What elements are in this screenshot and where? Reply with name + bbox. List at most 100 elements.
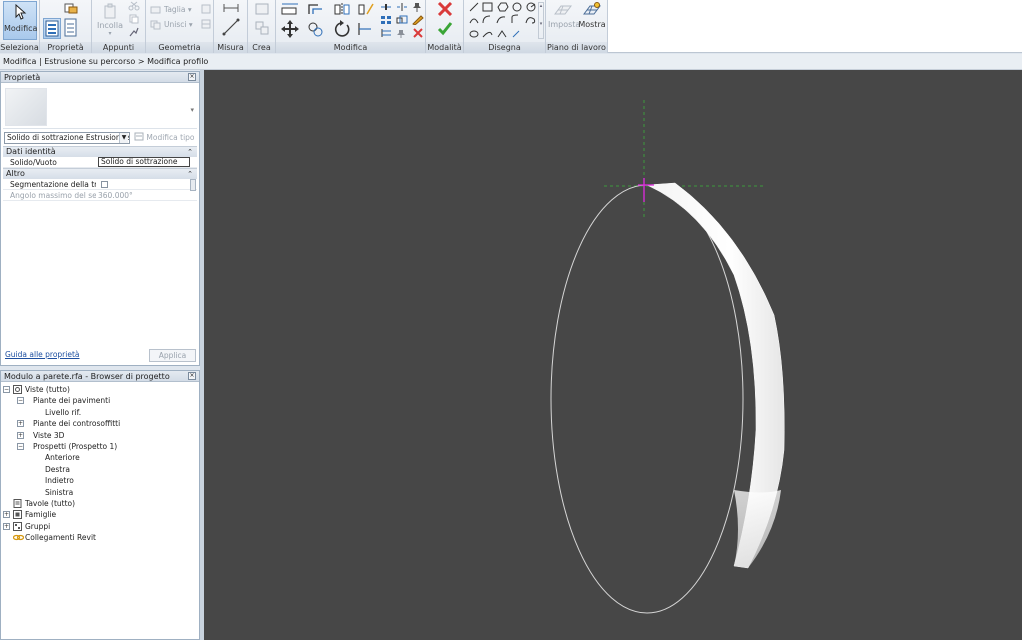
expand-toggle-icon[interactable]: + xyxy=(3,522,10,530)
tree-node-label: Viste 3D xyxy=(33,430,65,440)
tree-node[interactable]: Indietro xyxy=(3,475,197,486)
scale-icon[interactable] xyxy=(396,15,408,25)
split-face-icon[interactable] xyxy=(200,19,212,29)
cancel-edit-mode-icon[interactable] xyxy=(437,2,453,16)
tree-node[interactable]: + Piante dei controsoffitti xyxy=(3,418,197,429)
context-breadcrumb: Modifica | Estrusione su percorso > Modi… xyxy=(0,54,1022,70)
cut-geometry-label: Taglia xyxy=(164,5,186,14)
mirror-axis-icon[interactable] xyxy=(332,2,352,16)
tree-node[interactable]: Destra xyxy=(3,464,197,475)
solid-void-select[interactable]: Solido di sottrazione xyxy=(98,157,190,167)
apply-button[interactable]: Applica xyxy=(149,349,196,362)
panel-piano-di-lavoro: Imposta Mostra Piano di lavoro xyxy=(546,0,608,53)
type-selector-dropdown[interactable]: Solido di sottrazione Estrusione su ▼ xyxy=(4,132,130,144)
close-icon[interactable]: × xyxy=(188,73,196,81)
tree-node[interactable]: + Famiglie xyxy=(3,509,197,520)
tree-node-label: Piante dei controsoffitti xyxy=(33,419,121,429)
tree-node[interactable]: − Prospetti (Prospetto 1) xyxy=(3,441,197,452)
tree-node[interactable]: − Piante dei pavimenti xyxy=(3,395,197,406)
tree-node[interactable]: + Viste 3D xyxy=(3,430,197,441)
trim-extend-icon[interactable] xyxy=(356,20,374,38)
pin-icon[interactable] xyxy=(412,2,424,12)
group-identity-data[interactable]: Dati identità ⌃ xyxy=(3,146,197,157)
type-preview[interactable]: ▾ xyxy=(3,86,197,129)
property-key: Angolo massimo del se... xyxy=(10,191,96,200)
edit-type-button[interactable]: Modifica tipo xyxy=(134,132,196,144)
tree-node[interactable]: Sinistra xyxy=(3,487,197,498)
collapse-toggle-icon[interactable]: − xyxy=(17,397,24,405)
mirror-draw-icon[interactable] xyxy=(356,2,376,16)
finish-edit-mode-icon[interactable] xyxy=(437,20,453,36)
array-icon[interactable] xyxy=(380,15,392,25)
sweep-path-ellipse[interactable] xyxy=(550,184,744,614)
browser-tree: − Viste (tutto) − Piante dei pavimenti Livel… xyxy=(3,384,197,543)
close-icon[interactable]: × xyxy=(188,372,196,380)
set-work-plane-button[interactable]: Imposta xyxy=(548,2,580,38)
split-gap-icon[interactable] xyxy=(396,2,408,12)
family-types-icon[interactable] xyxy=(64,2,78,14)
properties-button[interactable] xyxy=(43,18,61,39)
cut-geometry-button[interactable]: Taglia ▾ xyxy=(164,5,192,14)
paste-button[interactable]: Incolla ▾ xyxy=(95,3,125,39)
wall-join-icon[interactable] xyxy=(200,4,212,14)
delete-icon[interactable] xyxy=(412,28,424,38)
offset-icon[interactable] xyxy=(306,2,326,16)
max-angle-value: 360.000° xyxy=(98,191,133,200)
collapse-toggle-icon[interactable]: − xyxy=(17,442,24,450)
move-icon[interactable] xyxy=(280,19,300,39)
tree-node[interactable]: − Viste (tutto) xyxy=(3,384,197,395)
group-name: Dati identità xyxy=(6,147,56,156)
draw-gallery-scroll[interactable]: ▴ ▾ xyxy=(538,2,544,39)
show-work-plane-button[interactable]: Mostra xyxy=(578,2,606,38)
tree-node[interactable]: Tavole (tutto) xyxy=(3,498,197,509)
properties-help-link[interactable]: Guida alle proprietà xyxy=(5,350,80,359)
family-category-icon[interactable] xyxy=(64,18,78,38)
rotate-icon[interactable] xyxy=(332,19,352,39)
create-group-icon[interactable] xyxy=(254,2,270,16)
segmentation-checkbox[interactable] xyxy=(101,181,108,188)
tree-node[interactable]: Livello rif. xyxy=(3,407,197,418)
expand-toggle-icon[interactable]: + xyxy=(17,431,24,439)
drawing-viewport[interactable] xyxy=(204,70,1022,640)
expand-toggle-icon[interactable]: + xyxy=(3,511,10,519)
panel-disegna: ▴ ▾ Disegna xyxy=(464,0,546,53)
browser-title-bar: Modulo a parete.rfa - Browser di progett… xyxy=(1,371,199,382)
aligned-dimension-icon[interactable] xyxy=(221,17,241,37)
type-thumbnail xyxy=(5,88,47,126)
revit-links-icon xyxy=(12,533,25,542)
model-canvas[interactable] xyxy=(204,70,1022,640)
split-element-icon[interactable] xyxy=(380,2,392,12)
cope-icon[interactable] xyxy=(150,5,162,15)
align-icon[interactable] xyxy=(280,2,300,16)
measure-icon[interactable] xyxy=(222,2,240,14)
unpin-icon[interactable] xyxy=(396,28,408,38)
copy-icon[interactable] xyxy=(128,14,140,24)
join-icon[interactable] xyxy=(150,20,162,30)
trim-multiple-icon[interactable] xyxy=(380,28,392,38)
expand-toggle-icon[interactable]: + xyxy=(17,420,24,428)
cut-icon[interactable] xyxy=(128,1,140,11)
tree-node[interactable]: + Gruppi xyxy=(3,521,197,532)
group-other[interactable]: Altro ⌃ xyxy=(3,168,197,179)
panel-label: Geometria xyxy=(146,42,213,53)
create-similar-icon[interactable] xyxy=(254,20,270,36)
groups-icon xyxy=(13,521,22,531)
join-geometry-button[interactable]: Unisci ▾ xyxy=(164,20,193,29)
copy-element-icon[interactable] xyxy=(306,19,326,39)
modifica-tool-button[interactable]: Modifica xyxy=(3,1,37,40)
property-row-solid-void: Solido/Vuoto Solido di sottrazione xyxy=(3,157,197,168)
match-type-icon[interactable] xyxy=(128,27,140,37)
tree-node[interactable]: Anteriore xyxy=(3,452,197,463)
paste-dropdown-icon: ▾ xyxy=(108,30,112,37)
tree-node-label: Livello rif. xyxy=(45,407,82,417)
collapse-toggle-icon[interactable]: − xyxy=(3,386,10,393)
draw-tools-icon[interactable] xyxy=(468,1,540,41)
properties-title: Proprietà xyxy=(4,73,41,82)
properties-grid: Dati identità ⌃ Solido/Vuoto Solido di s… xyxy=(3,146,197,201)
edit-profile-icon[interactable] xyxy=(412,15,424,25)
clipboard-icon xyxy=(104,3,116,19)
panel-label: Appunti xyxy=(92,42,145,53)
tree-node-label: Destra xyxy=(45,464,70,474)
ribbon: Modifica Seleziona Proprietà Incolla ▾ A… xyxy=(0,0,1022,53)
tree-node[interactable]: Collegamenti Revit xyxy=(3,532,197,543)
